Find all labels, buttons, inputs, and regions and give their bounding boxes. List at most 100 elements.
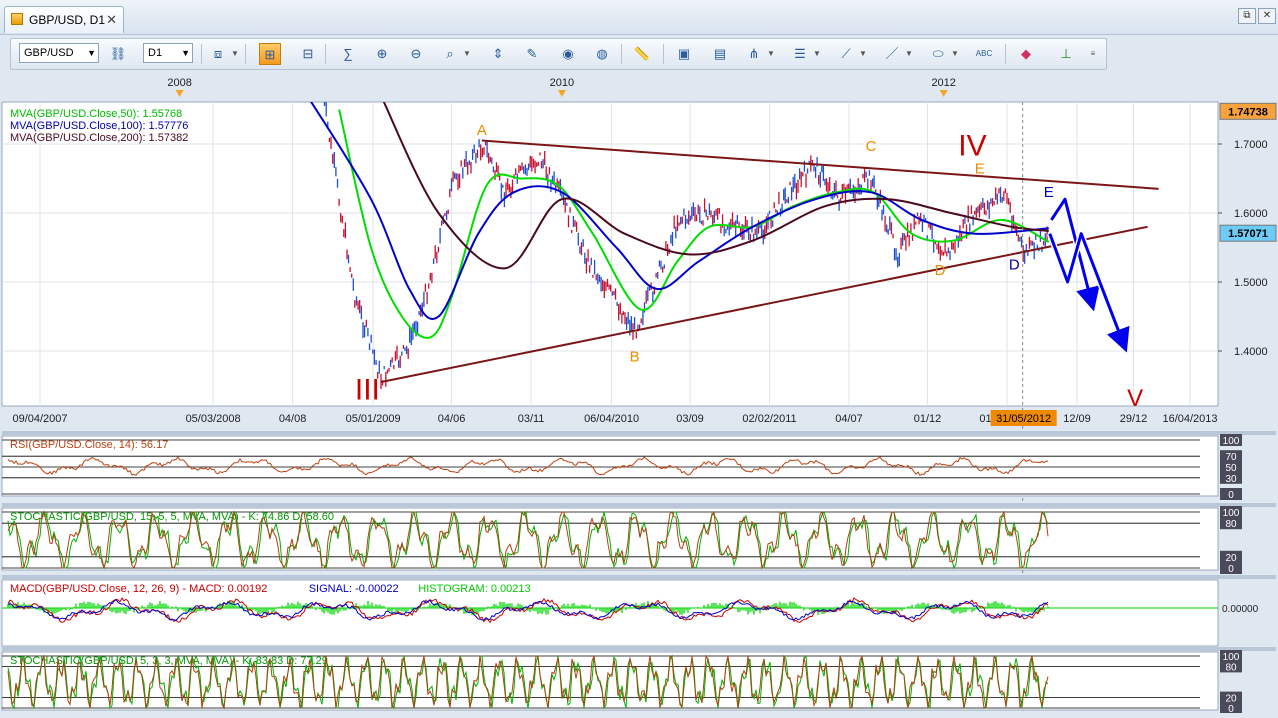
eraser-icon[interactable]: ◆ [1015,43,1037,65]
wave-label: E [975,161,985,178]
fan-icon[interactable]: ⟋ [835,43,857,65]
price-marker-label: 1.57071 [1228,228,1268,240]
legend-entry: MVA(GBP/USD.Close,50): 1.55768 [10,108,182,120]
toolbar-more-icon[interactable]: ≡ [1089,43,1097,65]
timeframe-select[interactable]: D1 ▼ [143,43,193,63]
date-tick-label: 02/02/2011 [742,413,796,425]
pen-icon[interactable]: ／ [881,43,903,65]
stochastic-15-panel: 020 80100 STOCHASTIC(GBP/USD, 15, 5, 5, MV… [1,503,1276,575]
edit-icon[interactable]: ✎ [521,43,543,65]
layout-icon[interactable]: ▤ [709,43,731,65]
price-tick-label: 1.4000 [1234,346,1268,358]
date-tick-label: 09/04/2007 [12,413,67,425]
indicator-title: STOCHASTIC(GBP/USD, 15, 5, 5, MVA, MVA) … [10,511,334,523]
legend: MVA(GBP/USD.Close,50): 1.55768MVA(GBP/US… [10,108,188,144]
eye-icon[interactable]: ◉ [557,43,579,65]
date-tick-label: 06/04/2010 [584,413,639,425]
close-icon[interactable]: ✕ [106,12,117,28]
date-tick-label: 04/08 [279,413,307,425]
stochastic-5-panel: 02080100STOCHASTIC(GBP/USD, 5, 3, 3, MVA… [1,647,1276,715]
date-tick-label: 05/03/2008 [186,413,241,425]
level-label: 20 [1225,694,1237,705]
year-marker [557,90,566,97]
level-label: 0.00000 [1222,604,1259,615]
wave-label: D [935,262,946,279]
chevron-down-icon: ▼ [181,48,190,58]
toolbar-separator [201,44,202,64]
hierarchy-icon[interactable]: ⊥ [1055,43,1077,65]
text-icon[interactable]: ABC [973,43,995,65]
date-tick-label: 03/11 [518,413,545,425]
price-axis: 1.4000 1.5000 1.6000 1.7000 [1218,139,1268,358]
price-tick-label: 1.7000 [1234,139,1268,151]
chevron-down-icon: ▼ [87,48,96,58]
panel-splitter[interactable] [2,503,1276,507]
price-tick-label: 1.6000 [1234,208,1268,220]
image-icon[interactable]: ▣ [673,43,695,65]
level-label: 70 [1225,452,1237,463]
list-dropdown-icon[interactable]: ▼ [813,43,821,65]
level-label: 20 [1225,553,1237,564]
toolbar-separator [663,44,664,64]
chart-svg[interactable]: 2008 2010 2012 09/04/2007 05/03/2008 04/08 05… [0,72,1278,715]
price-markers: 1.74738 1.57071 [1219,102,1277,242]
year-label: 2012 [931,77,955,89]
zoom-dropdown-icon[interactable]: ▼ [463,43,471,65]
date-tick-label: 01/12 [914,413,942,425]
level-label: 0 [1228,564,1234,575]
zoom-in-icon[interactable]: ⊕ [371,43,393,65]
toolbar-separator [621,44,622,64]
list-icon[interactable]: ☰ [789,43,811,65]
date-tick-label: 04/06 [438,413,466,425]
link-icon[interactable]: ⛓ [107,43,129,65]
level-label: 100 [1223,508,1240,519]
panel-splitter[interactable] [2,575,1276,579]
pen-dropdown-icon[interactable]: ▼ [905,43,913,65]
year-label: 2010 [550,77,574,89]
indicator-title-part: SIGNAL: -0.00022 [309,583,399,595]
price-marker-label: 1.74738 [1228,106,1268,118]
ellipse-icon[interactable]: ⬭ [927,43,949,65]
level-label: 30 [1225,474,1237,485]
globe-icon[interactable]: ◍ [591,43,613,65]
wave-label: V [1127,385,1143,412]
wave-label: IV [958,130,986,163]
indicator-title-part: HISTOGRAM: 0.00213 [418,583,530,595]
wave-label: B [630,348,640,365]
pitchfork-dropdown-icon[interactable]: ▼ [767,43,775,65]
anchor-icon[interactable]: ⇕ [487,43,509,65]
fan-dropdown-icon[interactable]: ▼ [859,43,867,65]
indicator-title: RSI(GBP/USD.Close, 14): 56.17 [10,439,168,451]
timeframe-value: D1 [148,47,163,59]
panel-splitter[interactable] [2,431,1276,435]
zoom-fit-icon[interactable]: ⌕ [439,43,461,65]
wave-label: D [1009,257,1020,274]
zoom-out-icon[interactable]: ⊖ [405,43,427,65]
ellipse-dropdown-icon[interactable]: ▼ [951,43,959,65]
level-label: 0 [1228,704,1234,713]
pitchfork-icon[interactable]: ⋔ [743,43,765,65]
close-window-icon[interactable]: ✕ [1258,8,1276,24]
bars-icon[interactable]: ⊟ [297,43,319,65]
chart-tab[interactable]: GBP/USD, D1 ✕ [4,6,124,33]
level-label: 80 [1225,662,1237,673]
compare-icon[interactable]: ⧈ [207,43,229,65]
date-tick-label: 29/12 [1120,413,1148,425]
compare-dropdown-icon[interactable]: ▼ [231,43,239,65]
wave-label: C [866,138,877,155]
restore-window-icon[interactable]: ⧉ [1238,8,1256,24]
indicator-title-part: MACD(GBP/USD.Close, 12, 26, 9) - MACD: 0… [10,583,267,595]
year-label: 2008 [167,77,191,89]
date-tick-label: 16/04/2013 [1162,413,1217,425]
chart-area[interactable]: 2008 2010 2012 09/04/2007 05/03/2008 04/08 05… [0,72,1278,715]
price-tick-label: 1.5000 [1234,277,1268,289]
candles-icon[interactable]: ⊞ [259,43,281,65]
panel-splitter[interactable] [2,647,1276,651]
price-panel [1,101,1219,407]
sum-icon[interactable]: ∑ [337,43,359,65]
toolbar-separator [245,44,246,64]
symbol-select[interactable]: GBP/USD ▼ [19,43,99,63]
ruler-icon[interactable]: 📏 [631,43,653,65]
toolbar-separator [1005,44,1006,64]
tab-bar: GBP/USD, D1 ✕ ⧉ ✕ [0,0,1278,35]
